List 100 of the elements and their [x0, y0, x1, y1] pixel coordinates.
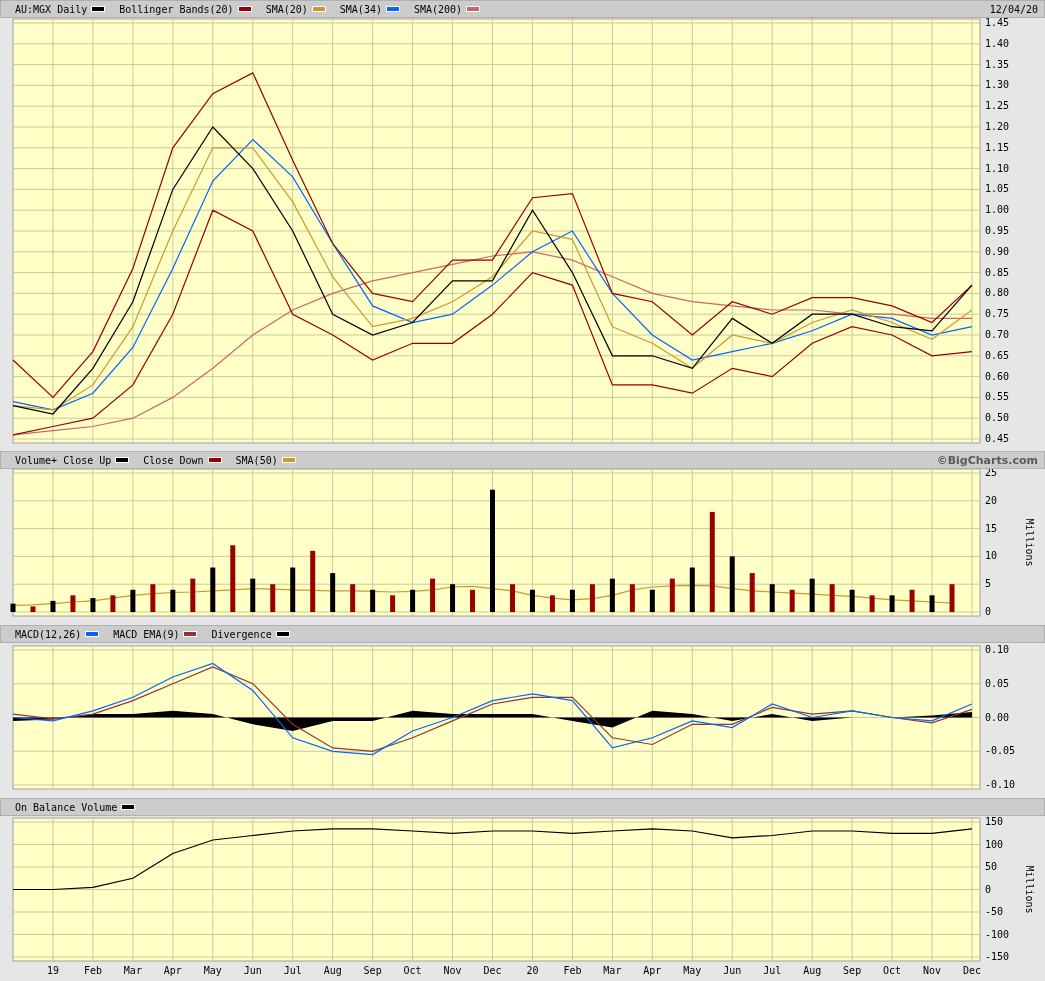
volume-bar: [849, 589, 855, 612]
legend-label: MACD EMA(9): [113, 628, 180, 640]
volume-bar: [569, 589, 575, 612]
axis-label: Jul: [283, 965, 302, 976]
axis-label: 100: [985, 838, 1004, 850]
volume-bar: [290, 567, 296, 612]
volume-bar: [889, 595, 895, 612]
axis-label: 20: [985, 494, 998, 506]
axis-label: 0.05: [985, 677, 1010, 689]
legend-label: Close Down: [143, 454, 204, 466]
volume-bar: [170, 589, 176, 612]
axis-label: -0.05: [985, 745, 1016, 757]
volume-bar: [230, 545, 236, 612]
volume-bar: [150, 584, 156, 612]
axis-label: 0.45: [985, 433, 1010, 444]
axis-label: 0: [985, 883, 992, 895]
volume-bar: [210, 567, 216, 612]
volume-bar: [529, 589, 535, 612]
axis-label: Nov: [443, 965, 462, 976]
volume-bar: [110, 595, 116, 612]
axis-label: -150: [985, 951, 1010, 962]
legend-swatch: [121, 804, 136, 810]
legend-label: SMA(200): [413, 3, 463, 15]
volume-bar: [789, 589, 795, 612]
axis-label: 0.85: [985, 266, 1010, 278]
axis-label: 50: [985, 861, 998, 872]
axis-label: Jun: [723, 965, 742, 976]
volume-bar: [310, 550, 316, 612]
axis-label: 0.50: [985, 412, 1010, 424]
axis-label: 1.35: [985, 58, 1010, 70]
axis-label: 19: [46, 965, 59, 976]
volume-bar: [909, 589, 915, 612]
volume-bar: [649, 589, 655, 612]
volume-bar: [510, 584, 515, 612]
axis-label: 1.15: [985, 141, 1010, 153]
axis-label: 0.75: [985, 308, 1010, 320]
axis-label: -0.10: [985, 779, 1016, 790]
legend-label: SMA(34): [339, 3, 382, 15]
axis-label: 1.20: [985, 121, 1010, 132]
volume-bar: [749, 573, 755, 612]
axis-label: 10: [985, 550, 998, 562]
axis-label: Jun: [243, 965, 262, 976]
volume-bar: [450, 584, 456, 612]
legend-swatch: [91, 6, 106, 12]
volume-bar: [949, 584, 955, 612]
legend-swatch: [385, 6, 400, 12]
axis-label: 0.55: [985, 391, 1010, 403]
volume-bar: [350, 584, 356, 612]
axis-label: Nov: [923, 965, 942, 976]
axis-label: Sep: [363, 965, 382, 976]
axis-label: 0.65: [985, 349, 1010, 361]
legend-swatch: [237, 6, 252, 12]
axis-label: 1.10: [985, 162, 1010, 174]
axis-label: 150: [985, 816, 1004, 827]
volume-bar: [390, 595, 396, 612]
axis-label: 0.90: [985, 245, 1010, 257]
legend-swatch: [183, 631, 198, 637]
axis-label: Mar: [123, 965, 142, 976]
volume-bar: [370, 589, 376, 612]
axis-label: 1.00: [985, 204, 1010, 216]
legend-swatch: [275, 631, 290, 637]
axis-label: Mar: [603, 965, 622, 976]
legend-label: Volume+ Close Up: [15, 454, 112, 466]
axis-label: 20: [526, 965, 539, 976]
axis-label: 1.30: [985, 79, 1010, 91]
axis-label: 0.95: [985, 225, 1010, 236]
axis-label: Dec: [483, 965, 502, 976]
axis-label: 5: [985, 578, 992, 590]
chart-date: 12/04/20: [989, 3, 1038, 15]
axis-label: 0.80: [985, 287, 1010, 299]
volume-bar: [829, 584, 835, 612]
credit-text: ©BigCharts.com: [936, 453, 1038, 467]
volume-bar: [470, 589, 476, 612]
volume-bar: [270, 584, 276, 612]
axis-label: 1.05: [985, 183, 1010, 195]
legend-swatch: [281, 457, 296, 463]
volume-bar: [430, 578, 436, 612]
axis-label: Dec: [963, 965, 982, 976]
volume-bar: [190, 578, 196, 612]
volume-bar: [729, 556, 735, 612]
axis-label: Feb: [83, 965, 102, 976]
volume-bar: [50, 600, 56, 612]
volume-bar: [769, 584, 775, 612]
volume-bar: [609, 578, 615, 612]
legend-swatch: [85, 631, 100, 637]
axis-label: May: [203, 965, 222, 976]
legend-swatch: [115, 457, 130, 463]
volume-bar: [330, 573, 336, 612]
volume-bar: [689, 567, 695, 612]
axis-label: Oct: [883, 965, 902, 976]
axis-label: Oct: [403, 965, 422, 976]
axis-label: Aug: [803, 965, 822, 976]
axis-label: -100: [985, 928, 1010, 940]
volume-bar: [629, 584, 635, 612]
axis-label: Feb: [563, 965, 582, 976]
volume-bar: [90, 598, 96, 612]
axis-label: Jul: [763, 965, 782, 976]
axis-label: 0: [985, 606, 992, 617]
volume-bar: [589, 584, 595, 612]
volume-bar: [869, 595, 875, 612]
